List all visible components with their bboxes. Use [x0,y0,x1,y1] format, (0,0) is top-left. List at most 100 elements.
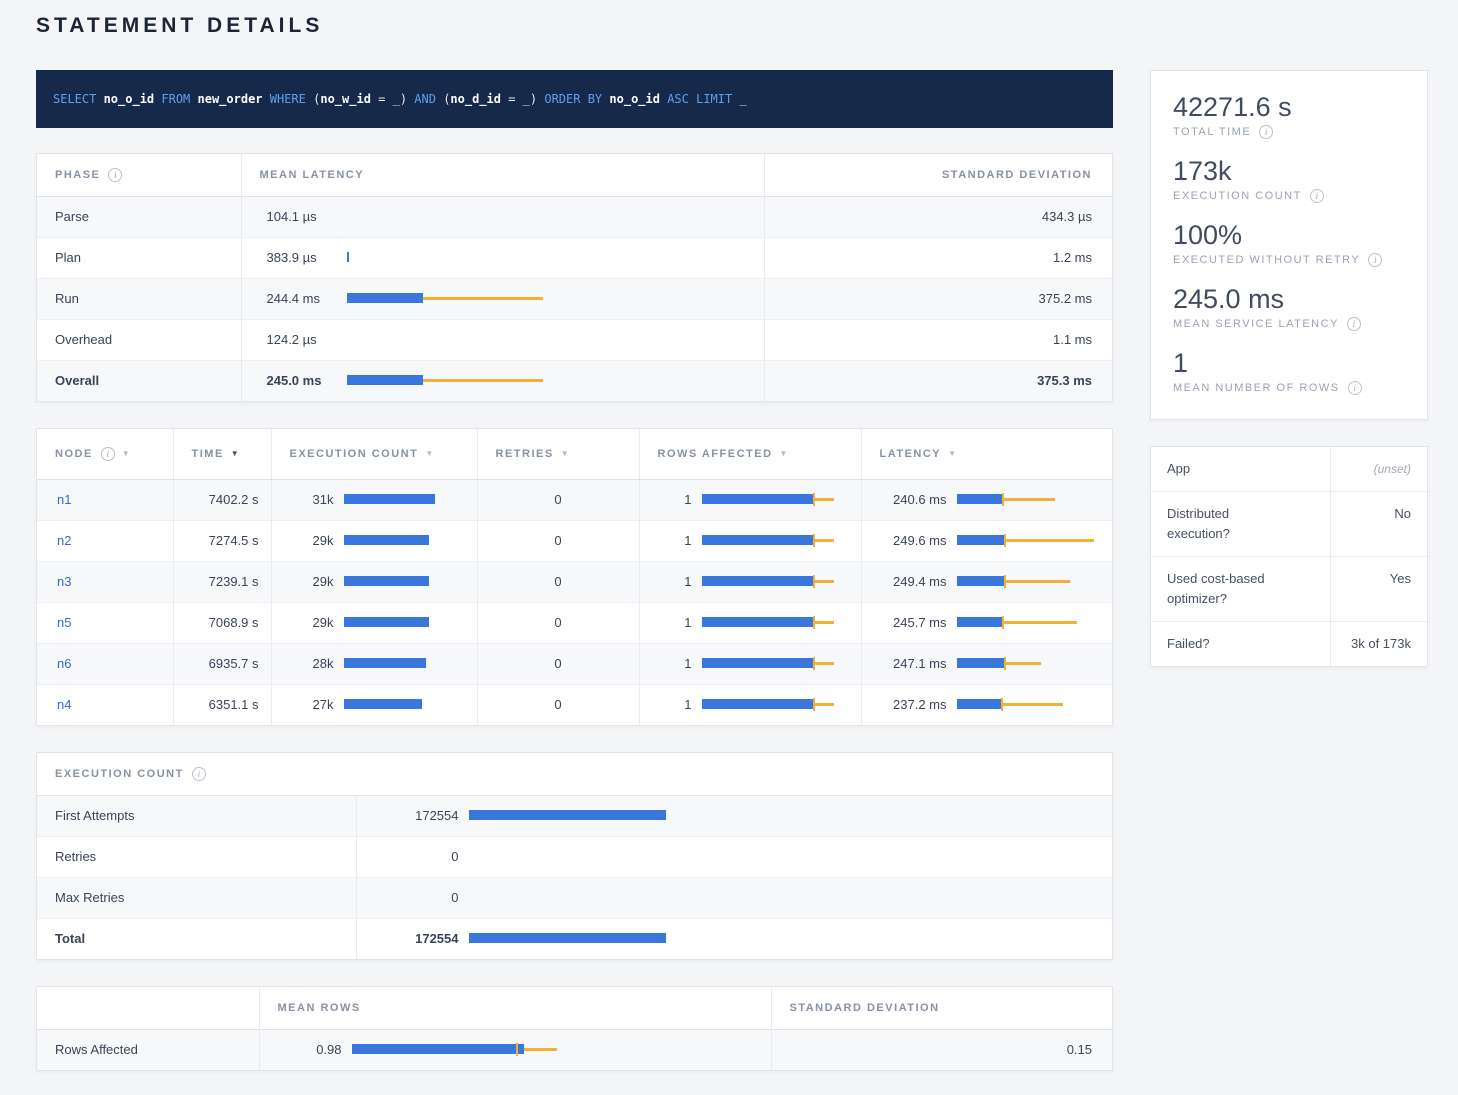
info-icon[interactable]: i [108,168,122,182]
mean-tick [1004,534,1006,547]
page-title: STATEMENT DETAILS [36,14,1428,38]
mean-rows-bar-chart [352,1043,763,1056]
time-column-header[interactable]: TIME▼ [173,429,271,479]
rows-affected-column-header[interactable]: ROWS AFFECTED▼ [639,429,861,479]
info-icon[interactable]: i [192,767,206,781]
exec-count-bar-chart [344,575,469,588]
mean-tick [516,1043,518,1056]
node-row: n3 7239.1 s 29k 0 1 249.4 ms [37,561,1112,602]
node-rows-affected-value: 1 [652,533,692,548]
node-link[interactable]: n5 [57,615,71,630]
execution-count-column-header[interactable]: EXECUTION COUNT ▼ [271,429,477,479]
node-rows-affected-value: 1 [652,615,692,630]
node-time-value: 6351.1 s [173,684,271,725]
sort-arrow-icon[interactable]: ▼ [780,449,789,458]
mean-tick [813,657,815,670]
node-link[interactable]: n4 [57,697,71,712]
latency-bar-chart [347,251,749,264]
mean-bar [702,576,814,586]
node-exec-count-value: 29k [284,574,334,589]
stat-label: EXECUTION COUNT [1173,190,1302,202]
stat-value: 1 [1173,347,1405,380]
mean-bar [469,810,666,820]
node-retries-value: 0 [477,602,639,643]
mean-rows-value: 0.98 [272,1042,342,1057]
latency-bar-chart [347,210,749,223]
mean-bar [702,617,814,627]
info-icon[interactable]: i [1368,253,1382,267]
sidebar: 42271.6 s TOTAL TIMEi 173k EXECUTION COU… [1150,70,1428,667]
std-dev-value: 1.2 ms [764,237,1112,278]
info-icon[interactable]: i [1310,189,1324,203]
node-column-header[interactable]: NODEi▼ [37,429,173,479]
sort-arrow-icon[interactable]: ▼ [231,449,240,458]
attribute-row-failed: Failed? 3k of 173k [1151,621,1427,666]
sort-arrow-icon[interactable]: ▼ [122,449,131,458]
mean-bar [344,576,429,586]
latency-bar-chart [347,292,749,305]
stat-executed-without-retry: 100% EXECUTED WITHOUT RETRYi [1173,219,1405,267]
stat-value: 100% [1173,219,1405,252]
mean-bar [957,535,1004,545]
execution-count-row: Max Retries 0 [37,877,1112,918]
rows-affected-row: Rows Affected 0.98 0.15 [37,1029,1112,1070]
node-latency-value: 247.1 ms [882,656,947,671]
node-latency-value: 249.4 ms [882,574,947,589]
node-time-value: 7402.2 s [173,479,271,520]
latency-bar-chart [957,657,1105,670]
node-time-value: 6935.7 s [173,643,271,684]
mean-bar [344,658,427,668]
mean-bar [702,658,814,668]
execution-count-header-label: EXECUTION COUNT [290,448,419,460]
info-icon[interactable]: i [1259,125,1273,139]
attribute-value: No [1331,492,1427,556]
node-exec-count-value: 27k [284,697,334,712]
stat-execution-count: 173k EXECUTION COUNTi [1173,155,1405,203]
mean-rows-column-header: MEAN ROWS [278,1002,361,1014]
execution-count-row-value: 0 [369,849,459,864]
phase-row-plan: Plan 383.9 µs 1.2 ms [37,237,1112,278]
mean-bar [344,494,435,504]
count-bar-chart [469,809,1105,822]
node-row: n4 6351.1 s 27k 0 1 237.2 ms [37,684,1112,725]
execution-count-row: Retries 0 [37,836,1112,877]
phase-row-overall: Overall 245.0 ms 375.3 ms [37,360,1112,401]
count-bar-chart [469,932,1105,945]
rows-affected-table: MEAN ROWS STANDARD DEVIATION Rows Affect… [37,987,1112,1070]
info-icon[interactable]: i [101,447,115,461]
mean-bar [702,494,814,504]
sort-arrow-icon[interactable]: ▼ [948,449,957,458]
node-time-value: 7068.9 s [173,602,271,643]
latency-bar-chart [957,698,1105,711]
latency-bar-chart [347,333,749,346]
phase-column-header: PHASE [55,169,100,181]
retries-column-header[interactable]: RETRIES▼ [477,429,639,479]
info-icon[interactable]: i [1347,317,1361,331]
latency-column-header[interactable]: LATENCY▼ [861,429,1112,479]
attribute-label: Used cost-based optimizer? [1151,557,1331,621]
mean-bar [957,494,1003,504]
summary-stats-panel: 42271.6 s TOTAL TIMEi 173k EXECUTION COU… [1150,70,1428,420]
stat-label: MEAN SERVICE LATENCY [1173,318,1339,330]
sort-arrow-icon[interactable]: ▼ [561,449,570,458]
execution-count-panel: EXECUTION COUNTi First Attempts 172554 R… [36,752,1113,960]
node-link[interactable]: n2 [57,533,71,548]
node-retries-value: 0 [477,520,639,561]
node-link[interactable]: n6 [57,656,71,671]
mean-tick [1002,493,1004,506]
statement-details-page: STATEMENT DETAILS SELECT no_o_id FROM ne… [0,0,1458,1095]
node-exec-count-value: 28k [284,656,334,671]
node-link[interactable]: n1 [57,492,71,507]
mean-latency-value: 244.4 ms [267,291,337,306]
node-link[interactable]: n3 [57,574,71,589]
node-exec-count-value: 29k [284,615,334,630]
info-icon[interactable]: i [1348,381,1362,395]
mean-latency-value: 104.1 µs [267,209,337,224]
main-column: SELECT no_o_id FROM new_order WHERE (no_… [36,70,1113,1071]
phase-name: Overall [37,360,241,401]
mean-bar [352,1044,525,1054]
mean-tick [813,616,815,629]
node-retries-value: 0 [477,479,639,520]
sort-arrow-icon[interactable]: ▼ [425,449,434,458]
std-dev-value: 375.3 ms [764,360,1112,401]
